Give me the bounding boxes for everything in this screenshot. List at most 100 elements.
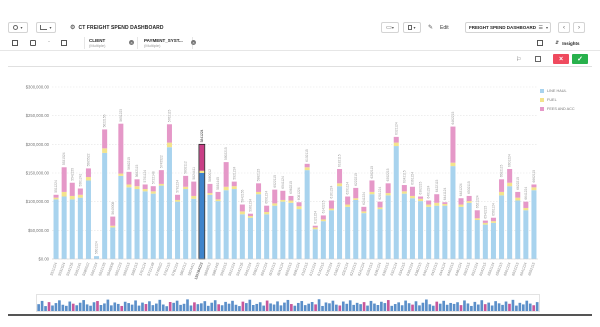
data-label: 5542155 <box>70 168 74 181</box>
x-tick-label: 5682115 <box>131 262 139 276</box>
minimap-bar <box>300 301 304 311</box>
data-label: 5651223 <box>119 109 123 122</box>
range-navigator[interactable] <box>36 294 540 312</box>
legend-item-fees-and-acc[interactable]: FEES AND ACC <box>540 104 575 113</box>
data-label: 5942155 <box>240 190 244 203</box>
close-icon[interactable]: × <box>129 40 134 45</box>
filter-chip-payment-system[interactable]: PAYMENT_SYST... (Multiple) × <box>140 37 196 49</box>
minimap-bar <box>303 305 307 311</box>
bar-segment-fees-and-acc <box>499 179 505 192</box>
chevron-right-icon: › <box>578 24 580 31</box>
bar-segment-fees-and-acc <box>377 201 383 208</box>
next-button[interactable]: › <box>573 22 585 33</box>
confirm-button[interactable]: ✓ <box>572 54 588 64</box>
stacked-bar-chart: $300,000.00 $250,000.00 $200,000.00 $150,00… <box>0 70 600 285</box>
data-label: 6041124 <box>281 176 285 189</box>
bar-segment-fuel <box>223 186 229 191</box>
minimap-bar <box>196 304 200 311</box>
x-tick-label: 6142215 <box>317 262 326 277</box>
minimap-bar <box>414 301 418 311</box>
minimap-bar <box>71 303 75 311</box>
bar-segment-fuel <box>247 216 253 218</box>
comment-button[interactable]: ▭ ▾ <box>381 22 399 33</box>
dashboard-menu-button[interactable]: ▾ <box>8 22 28 33</box>
bar-segment-fuel <box>134 186 140 190</box>
edit-label: Edit <box>440 24 449 31</box>
chevron-down-icon: ▾ <box>391 25 394 30</box>
minimap-bar <box>497 303 501 311</box>
minimap-bar <box>359 304 362 311</box>
close-icon[interactable]: × <box>191 40 196 45</box>
flag-icon[interactable]: ⚐ <box>516 56 521 63</box>
minimap-bar <box>276 301 279 311</box>
save-menu-button[interactable]: ▾ <box>403 22 421 33</box>
legend-swatch <box>540 97 544 102</box>
cancel-button[interactable]: × <box>553 54 569 64</box>
chevron-down-icon: ▾ <box>545 25 548 30</box>
settings-small-icon[interactable] <box>535 56 541 62</box>
bar-segment-fees-and-acc <box>312 225 318 228</box>
filter-edit-icon[interactable] <box>61 40 67 46</box>
minimap-bar <box>490 305 494 311</box>
bar-segment-fuel <box>499 191 505 196</box>
data-label: 6161224 <box>329 186 333 199</box>
separator: - <box>48 39 50 45</box>
data-label: 5860012 <box>208 169 212 182</box>
bar-segment-fuel <box>102 148 108 153</box>
data-label: 6102115 <box>305 149 309 162</box>
bar-segment-line-haul <box>482 224 488 259</box>
minimap-bar <box>314 304 317 311</box>
bar-segment-fees-and-acc <box>434 194 440 203</box>
minimap-bar <box>449 302 452 311</box>
x-tick-label: 5701124 <box>139 262 147 276</box>
insights-button[interactable]: ⇵ Insights <box>555 40 579 46</box>
bar-segment-fees-and-acc <box>523 201 529 208</box>
bar-segment-fuel <box>401 191 407 194</box>
bar-segment-fees-and-acc <box>353 187 359 199</box>
bar-segment-line-haul <box>507 186 513 259</box>
chart-type-button[interactable]: ▾ <box>36 22 56 33</box>
filter-icon[interactable] <box>12 40 18 46</box>
bar-segment-fuel <box>345 204 351 207</box>
x-tick-label: 6222215 <box>349 262 358 277</box>
filter-add-icon[interactable] <box>30 40 36 46</box>
x-tick-label: 6342115 <box>398 262 406 276</box>
bar-segment-fees-and-acc <box>280 190 286 200</box>
crosshair-icon[interactable] <box>537 40 543 46</box>
bar-segment-fees-and-acc <box>296 202 302 207</box>
x-tick-label: 5511224 <box>50 262 58 276</box>
minimap-bar <box>64 305 68 311</box>
edit-button[interactable]: ✎ Edit <box>428 22 449 33</box>
minimap-bar <box>54 303 58 311</box>
query-bar[interactable]: ⚐ × ✓ <box>8 53 592 67</box>
bar-segment-fuel <box>369 191 375 195</box>
minimap-bar <box>283 302 286 311</box>
data-label: 6182115 <box>338 154 342 167</box>
minimap-bar <box>75 305 79 311</box>
filter-chip-client[interactable]: CLIENT (Multiple) × <box>84 37 138 49</box>
bar-segment-line-haul <box>466 202 472 259</box>
bar-segment-line-haul <box>175 201 181 259</box>
data-label: 6142215 <box>321 200 325 213</box>
bar-segment-line-haul <box>296 209 302 259</box>
legend-item-fuel[interactable]: FUEL <box>540 95 575 104</box>
bar-segment-fees-and-acc <box>515 191 521 198</box>
minimap-bar <box>158 299 162 311</box>
minimap-bar <box>376 305 380 311</box>
minimap-bar <box>525 300 529 311</box>
save-icon <box>408 25 413 30</box>
x-tick-label: 5824411 <box>187 262 195 276</box>
x-tick-label: 5651223 <box>114 262 123 277</box>
minimap-bar <box>331 300 335 311</box>
bar-segment-line-haul <box>304 170 310 259</box>
bar-segment-fuel <box>328 208 334 211</box>
x-tick-label: 6102115 <box>301 262 309 276</box>
dashboard-select[interactable]: FREIGHT SPEND DASHBOARD ☰ ▾ <box>465 22 551 33</box>
bar-segment-line-haul <box>199 173 205 259</box>
legend-item-line-haul[interactable]: LINE HAUL <box>540 86 575 95</box>
bar-segment-fuel <box>466 201 472 203</box>
scrollbar-track[interactable] <box>8 314 592 316</box>
minimap-bar <box>508 303 511 311</box>
minimap-bar <box>476 304 480 311</box>
prev-button[interactable]: ‹ <box>558 22 570 33</box>
